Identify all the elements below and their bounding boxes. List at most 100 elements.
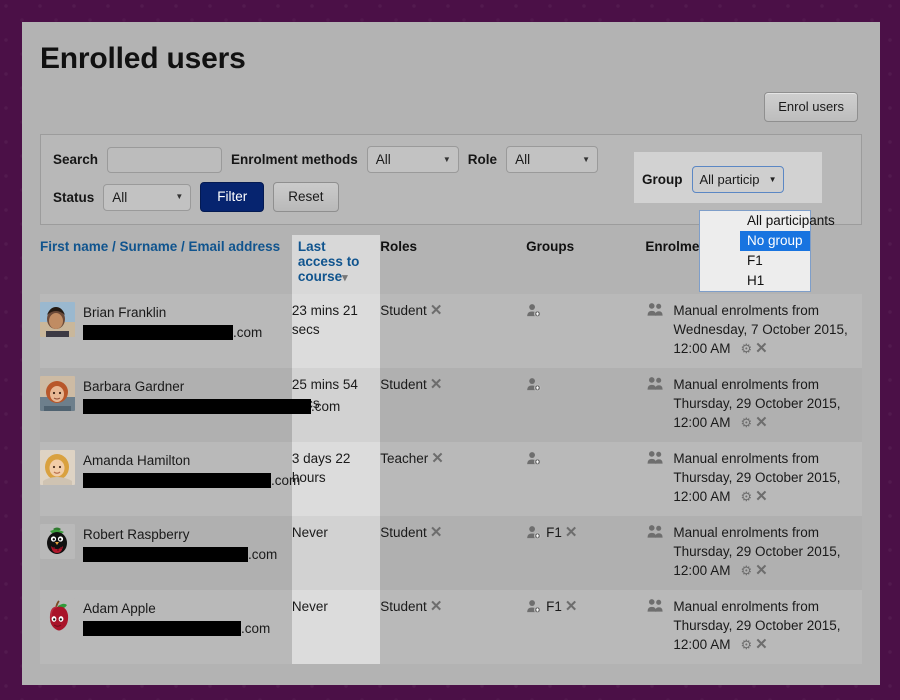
filter-button[interactable]: Filter [200, 182, 265, 212]
column-header-roles: Roles [380, 239, 418, 254]
email-tld: .com [241, 621, 271, 636]
table-body: Brian Franklin .com 23 mins 21 secs Student… [40, 294, 862, 664]
add-group-icon[interactable] [526, 599, 542, 614]
enrolment-actions: ⚙ ✕ [740, 561, 767, 580]
enrolment-users-icon [647, 376, 664, 391]
page-toolbar: Enrol users [22, 76, 880, 122]
enrolment-methods-label: Enrolment methods [231, 152, 358, 167]
user-email: .com [40, 545, 286, 564]
user-identity: Barbara Gardner .com [40, 375, 340, 429]
remove-role-icon[interactable]: ✕ [431, 451, 444, 466]
user-email: .com [40, 323, 286, 342]
role-label: Teacher [380, 451, 429, 466]
search-input[interactable] [107, 146, 223, 173]
avatar [40, 376, 75, 411]
role-label: Role [467, 152, 498, 167]
enrol-users-button[interactable]: Enrol users [764, 92, 858, 122]
remove-role-icon[interactable]: ✕ [430, 525, 443, 540]
group-option[interactable]: F1 [740, 251, 810, 271]
redacted-email [83, 547, 248, 562]
email-tld: .com [233, 325, 263, 340]
cell-roles: Student ✕ [380, 590, 527, 664]
group-filter-overlay: Group All particip ▼ All participants No … [634, 152, 835, 292]
column-header-name-link[interactable]: First name / Surname / Email address [40, 239, 280, 254]
group-option-list[interactable]: All participants No group F1 H1 [699, 210, 835, 292]
group-name: F1 [546, 599, 562, 614]
cell-enrolment-method: Manual enrolments from Wednesday, 7 Octo… [645, 294, 862, 368]
gear-icon[interactable]: ⚙ [740, 339, 752, 358]
cell-enrolment-method: Manual enrolments from Thursday, 29 Octo… [645, 368, 862, 442]
remove-group-icon[interactable]: ✕ [565, 599, 578, 614]
remove-enrolment-icon[interactable]: ✕ [755, 563, 768, 578]
add-group-icon[interactable] [526, 525, 542, 540]
search-label: Search [53, 152, 99, 167]
cell-last-access: Never [291, 590, 381, 664]
user-name[interactable]: Amanda Hamilton [40, 449, 286, 470]
add-group-icon[interactable] [526, 303, 542, 318]
enrolment-methods-select[interactable]: All ▼ [366, 146, 459, 173]
chevron-down-icon: ▼ [442, 154, 451, 164]
group-option[interactable]: H1 [740, 271, 810, 291]
chevron-down-icon: ▼ [582, 154, 591, 164]
cell-groups: F1 ✕ [526, 516, 646, 590]
status-select[interactable]: All ▼ [103, 183, 192, 211]
redacted-email [83, 325, 233, 340]
user-email: .com [40, 619, 286, 638]
user-name[interactable]: Brian Franklin [40, 301, 286, 322]
remove-enrolment-icon[interactable]: ✕ [755, 489, 768, 504]
remove-group-icon[interactable]: ✕ [565, 525, 578, 540]
avatar [40, 598, 75, 633]
remove-enrolment-icon[interactable]: ✕ [755, 341, 768, 356]
column-header-last-access: Last access to course▾ [291, 235, 381, 294]
gear-icon[interactable]: ⚙ [740, 413, 752, 432]
user-identity: Adam Apple .com [40, 597, 286, 651]
role-select[interactable]: All ▼ [506, 146, 599, 173]
gear-icon[interactable]: ⚙ [740, 487, 752, 506]
add-group-icon[interactable] [526, 377, 542, 392]
enrolment-users-icon [647, 450, 664, 465]
remove-role-icon[interactable]: ✕ [430, 599, 443, 614]
chevron-down-icon: ▼ [175, 192, 184, 201]
enrolment-methods-value: All [375, 152, 391, 167]
cell-last-access: 23 mins 21 secs [291, 294, 381, 368]
role-label: Student [380, 525, 427, 540]
group-select[interactable]: All particip ▼ [691, 166, 784, 193]
cell-user: Amanda Hamilton .com [40, 442, 300, 516]
remove-enrolment-icon[interactable]: ✕ [755, 415, 768, 430]
enrolment-users-icon [647, 302, 664, 317]
avatar [40, 302, 75, 337]
table-row: Adam Apple .com Never Student ✕ F1 ✕ Manual e… [40, 590, 862, 664]
group-option[interactable]: No group [740, 231, 810, 251]
enrolment-actions: ⚙ ✕ [740, 635, 767, 654]
remove-enrolment-icon[interactable]: ✕ [755, 637, 768, 652]
add-group-icon[interactable] [526, 451, 542, 466]
group-filter-row: Group All particip ▼ [634, 166, 822, 193]
role-label: Student [380, 303, 427, 318]
remove-role-icon[interactable]: ✕ [430, 377, 443, 392]
user-name[interactable]: Adam Apple [40, 597, 286, 618]
cell-last-access: 3 days 22 hours [291, 442, 381, 516]
cell-roles: Student ✕ [380, 368, 527, 442]
cell-user: Adam Apple .com [40, 590, 292, 664]
role-label: Student [380, 599, 427, 614]
user-email: .com [40, 397, 340, 416]
enrolled-users-table: First name / Surname / Email address Las… [40, 235, 862, 664]
cell-last-access: Never [291, 516, 381, 590]
enrolment-actions: ⚙ ✕ [740, 339, 767, 358]
enrolment-actions: ⚙ ✕ [740, 487, 767, 506]
redacted-email [83, 473, 271, 488]
column-header-last-access-link[interactable]: Last access to course [298, 239, 360, 284]
column-header-groups: Groups [526, 239, 575, 254]
user-name[interactable]: Barbara Gardner [40, 375, 286, 396]
table-row: Brian Franklin .com 23 mins 21 secs Student… [40, 294, 862, 368]
email-tld: .com [311, 399, 341, 414]
user-name[interactable]: Robert Raspberry [40, 523, 286, 544]
email-tld: .com [271, 473, 301, 488]
group-option[interactable]: All participants [740, 211, 835, 231]
gear-icon[interactable]: ⚙ [740, 635, 752, 654]
reset-button[interactable]: Reset [273, 182, 339, 212]
gear-icon[interactable]: ⚙ [740, 561, 752, 580]
status-value: All [112, 189, 128, 205]
remove-role-icon[interactable]: ✕ [430, 303, 443, 318]
table-row: Barbara Gardner.com25 mins 54 secsStuden… [40, 368, 862, 442]
